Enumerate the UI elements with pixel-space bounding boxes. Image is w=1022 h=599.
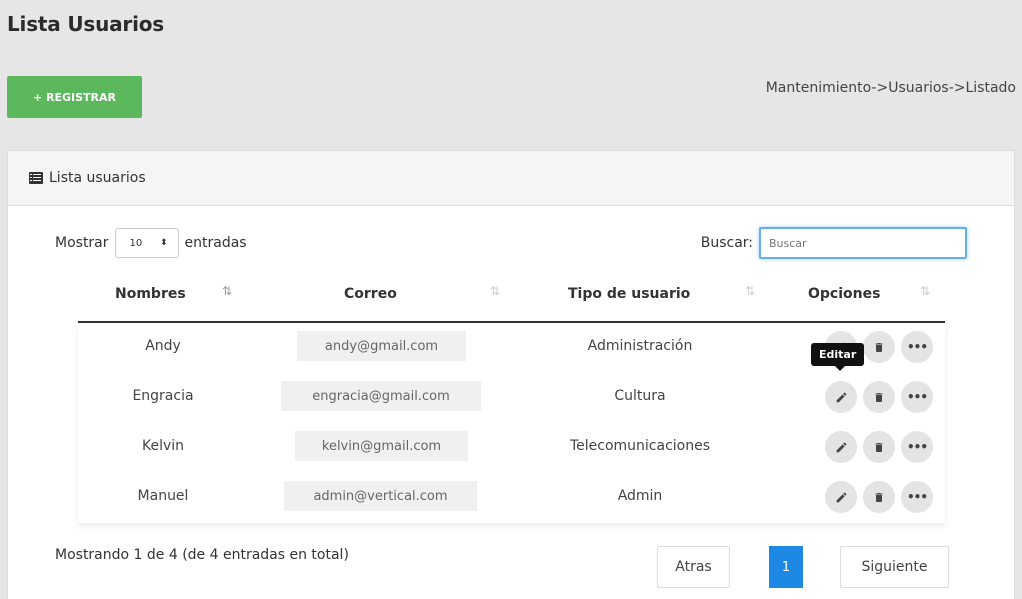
cell-nombre: Manuel [137,488,189,504]
pagination-page-button[interactable]: 1 [769,546,803,588]
list-icon [29,172,43,184]
cell-correo: kelvin@gmail.com [295,431,468,461]
delete-button[interactable] [863,481,895,513]
page-title: Lista Usuarios [7,12,164,36]
edit-button[interactable] [825,381,857,413]
cell-tipo: Administración [587,338,693,354]
sort-icon[interactable]: ⇅ [745,284,755,298]
cell-tipo: Cultura [614,388,666,404]
more-options-button[interactable]: ••• [901,381,933,413]
delete-button[interactable] [863,381,895,413]
select-arrows-icon: ⬍ [159,238,168,248]
register-button[interactable]: + REGISTRAR [7,76,142,118]
users-panel: Lista usuarios Mostrar 10 ⬍ entradas Bus… [7,150,1015,599]
length-suffix: entradas [184,235,247,251]
breadcrumb: Mantenimiento->Usuarios->Listado [765,80,1016,96]
edit-tooltip: Editar [811,343,865,371]
pencil-icon [836,442,846,452]
ellipsis-icon: ••• [906,440,928,454]
table-row: Engracia engracia@gmail.com Cultura ••• [78,373,945,423]
table-row: Manuel admin@vertical.com Admin ••• [78,473,945,523]
pagination-next-button[interactable]: Siguiente [840,546,949,588]
cell-nombre: Engracia [132,388,194,404]
cell-correo: andy@gmail.com [297,331,466,361]
search-label: Buscar: [700,235,753,251]
trash-icon [875,392,883,402]
delete-button[interactable] [863,331,895,363]
cell-tipo: Admin [617,488,663,504]
trash-icon [875,342,883,352]
more-options-button[interactable]: ••• [901,331,933,363]
length-control: Mostrar 10 ⬍ entradas [55,228,247,258]
sort-icon[interactable]: ⇅ [222,284,232,298]
table-row: Kelvin kelvin@gmail.com Telecomunicacion… [78,423,945,473]
search-input[interactable] [759,227,967,259]
ellipsis-icon: ••• [906,340,928,354]
pencil-icon [836,392,846,402]
length-value: 10 [129,237,143,249]
trash-icon [875,442,883,452]
delete-button[interactable] [863,431,895,463]
cell-nombre: Kelvin [141,438,185,454]
panel-heading: Lista usuarios [8,151,1014,206]
cell-tipo: Telecomunicaciones [569,438,711,454]
ellipsis-icon: ••• [906,390,928,404]
more-options-button[interactable]: ••• [901,431,933,463]
col-header-tipo[interactable]: Tipo de usuario [568,286,690,302]
search-control: Buscar: [701,227,967,259]
col-header-nombres[interactable]: Nombres [115,286,186,302]
panel-title: Lista usuarios [49,170,146,186]
cell-correo: engracia@gmail.com [281,381,481,411]
col-header-correo[interactable]: Correo [344,286,397,302]
more-options-button[interactable]: ••• [901,481,933,513]
sort-icon[interactable]: ⇅ [920,284,930,298]
ellipsis-icon: ••• [906,490,928,504]
length-select[interactable]: 10 ⬍ [114,228,179,258]
pagination-prev-button[interactable]: Atras [657,546,730,588]
table-info: Mostrando 1 de 4 (de 4 entradas en total… [55,547,349,563]
col-header-opciones[interactable]: Opciones [808,286,880,302]
cell-nombre: Andy [145,338,181,354]
edit-button[interactable] [825,481,857,513]
sort-icon[interactable]: ⇅ [490,284,500,298]
edit-button[interactable] [825,431,857,463]
pencil-icon [836,492,846,502]
trash-icon [875,492,883,502]
cell-correo: admin@vertical.com [284,481,477,511]
length-prefix: Mostrar [55,235,109,251]
